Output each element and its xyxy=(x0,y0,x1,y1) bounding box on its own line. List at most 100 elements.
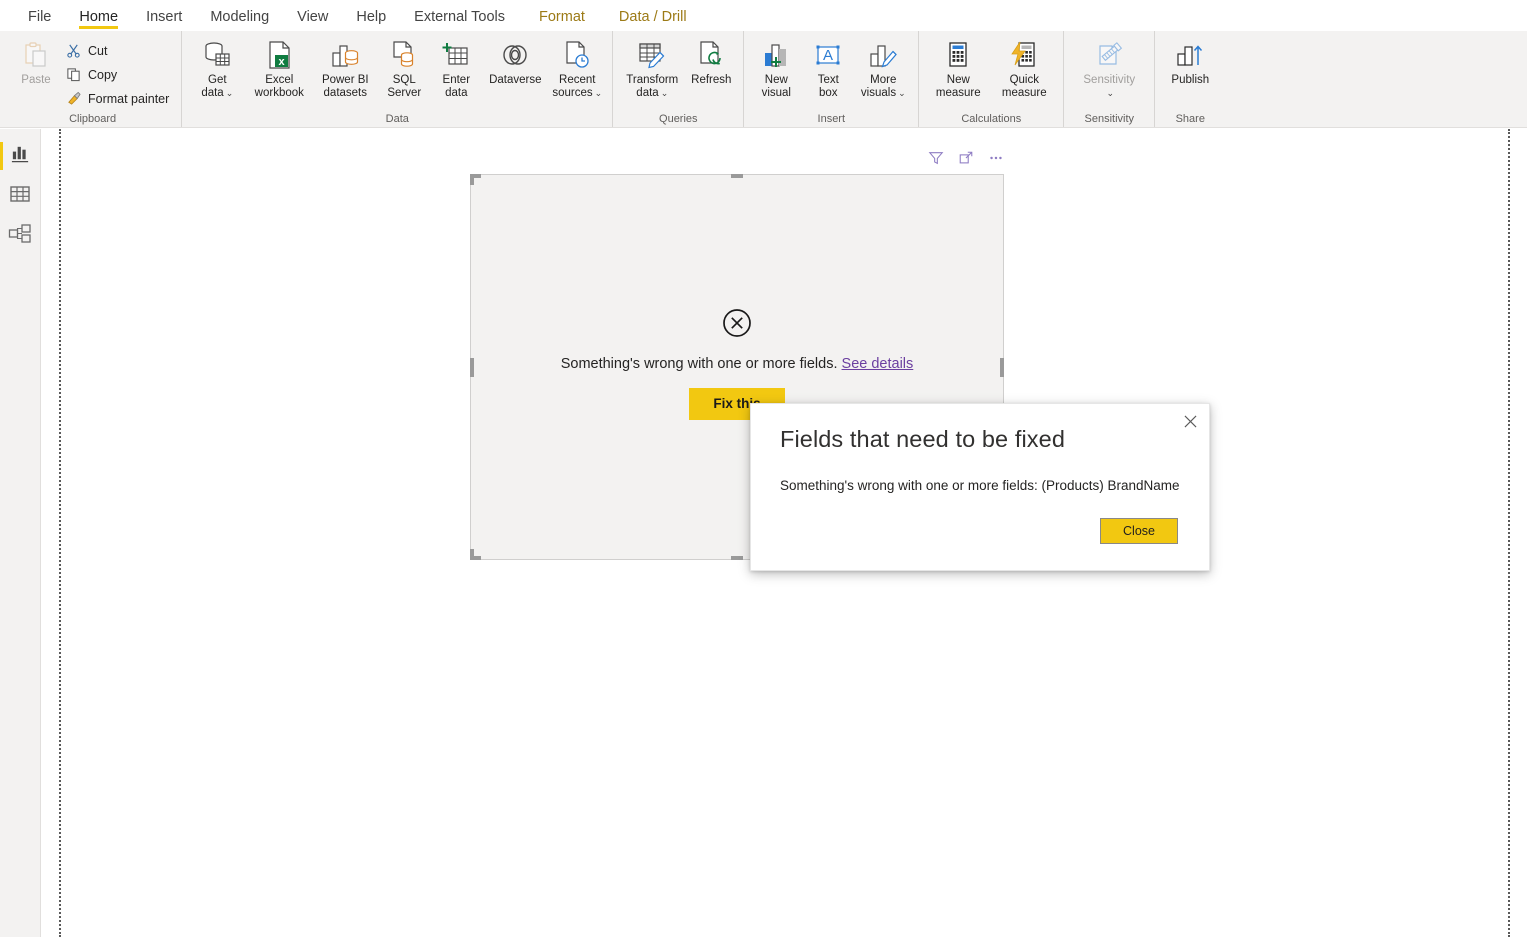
ribbon-group-clipboard: Paste Cut xyxy=(4,31,181,128)
visual-error-message: Something's wrong with one or more field… xyxy=(561,356,914,372)
quick-measure-icon xyxy=(1009,38,1039,72)
group-label-queries: Queries xyxy=(619,113,737,128)
fields-to-fix-dialog[interactable]: Fields that need to be fixed Something's… xyxy=(750,403,1210,571)
group-label-sensitivity: Sensitivity xyxy=(1070,113,1148,128)
copy-icon xyxy=(65,66,82,83)
svg-text:x: x xyxy=(279,56,286,68)
get-data-icon xyxy=(201,38,233,72)
text-box-icon: A xyxy=(812,38,844,72)
excel-workbook-button[interactable]: x Excel workbook xyxy=(246,36,312,100)
dialog-title: Fields that need to be fixed xyxy=(780,426,1065,453)
enter-data-button[interactable]: Enter data xyxy=(430,36,482,100)
svg-text:A: A xyxy=(823,47,833,64)
ribbon-group-insert: New visual A Text box xyxy=(743,31,918,128)
sql-server-button[interactable]: SQL Server xyxy=(378,36,430,100)
ribbon-group-share: Publish Share xyxy=(1154,31,1225,128)
chevron-down-icon: ⌄ xyxy=(898,88,906,98)
report-view-icon xyxy=(10,143,31,169)
recent-sources-label: Recent sources⌄ xyxy=(552,74,602,100)
enter-data-icon xyxy=(440,38,472,72)
tab-modeling[interactable]: Modeling xyxy=(196,10,283,31)
sensitivity-button[interactable]: Sensitivity⌄ xyxy=(1070,36,1148,100)
tab-format[interactable]: Format xyxy=(525,10,599,31)
transform-data-icon xyxy=(636,38,668,72)
tab-help[interactable]: Help xyxy=(342,10,400,31)
tab-insert[interactable]: Insert xyxy=(132,10,196,31)
data-view-icon xyxy=(9,184,31,209)
format-painter-icon xyxy=(65,90,82,107)
dialog-close-icon[interactable] xyxy=(1175,408,1205,434)
sidebar-item-model-view[interactable] xyxy=(0,216,40,256)
ribbon-group-calculations: New measure Quick measure xyxy=(918,31,1063,128)
more-visuals-button[interactable]: More visuals⌄ xyxy=(854,36,912,100)
view-switcher-rail xyxy=(0,129,41,937)
refresh-label: Refresh xyxy=(691,74,731,87)
tab-view[interactable]: View xyxy=(283,10,342,31)
paste-button[interactable]: Paste xyxy=(10,36,62,87)
group-label-calculations: Calculations xyxy=(925,113,1057,128)
filter-icon[interactable] xyxy=(927,150,944,167)
new-visual-icon xyxy=(760,38,792,72)
chevron-down-icon: ⌄ xyxy=(595,88,603,98)
sql-server-label: SQL Server xyxy=(387,74,421,100)
cut-icon xyxy=(65,42,82,59)
tab-file[interactable]: File xyxy=(14,10,65,31)
text-box-label: Text box xyxy=(818,74,839,100)
group-label-data: Data xyxy=(188,113,606,128)
sensitivity-label: Sensitivity⌄ xyxy=(1083,74,1135,100)
tab-home[interactable]: Home xyxy=(65,10,132,31)
more-visuals-label: More visuals⌄ xyxy=(861,74,906,100)
format-painter-button[interactable]: Format painter xyxy=(62,87,175,110)
model-view-icon xyxy=(8,223,32,249)
chevron-down-icon: ⌄ xyxy=(661,88,669,98)
text-box-button[interactable]: A Text box xyxy=(802,36,854,100)
transform-data-label: Transform data⌄ xyxy=(626,74,678,100)
more-options-icon[interactable] xyxy=(987,150,1004,167)
ribbon-group-data: Get data⌄ x Excel workbook xyxy=(181,31,612,128)
resize-handle-bottom-center[interactable] xyxy=(731,556,743,560)
excel-workbook-label: Excel workbook xyxy=(255,74,304,100)
refresh-button[interactable]: Refresh xyxy=(685,36,737,87)
resize-handle-bottom-left-v[interactable] xyxy=(470,549,474,560)
copy-button[interactable]: Copy xyxy=(62,63,175,86)
tab-data-drill[interactable]: Data / Drill xyxy=(605,10,701,31)
new-measure-icon xyxy=(943,38,973,72)
copy-label: Copy xyxy=(88,68,117,82)
transform-data-button[interactable]: Transform data⌄ xyxy=(619,36,685,100)
sidebar-item-report-view[interactable] xyxy=(0,136,40,176)
cut-button[interactable]: Cut xyxy=(62,39,175,62)
get-data-button[interactable]: Get data⌄ xyxy=(188,36,246,100)
new-measure-label: New measure xyxy=(936,74,981,100)
group-label-share: Share xyxy=(1161,113,1219,128)
enter-data-label: Enter data xyxy=(443,74,471,100)
resize-handle-top-center[interactable] xyxy=(731,174,743,178)
new-visual-label: New visual xyxy=(762,74,791,100)
clipboard-small-buttons: Cut Copy xyxy=(62,36,175,110)
dialog-message: Something's wrong with one or more field… xyxy=(780,476,1185,495)
focus-mode-icon[interactable] xyxy=(957,150,974,167)
new-measure-button[interactable]: New measure xyxy=(925,36,991,100)
chevron-down-icon: ⌄ xyxy=(1107,88,1115,98)
dataverse-button[interactable]: Dataverse xyxy=(482,36,548,87)
recent-sources-button[interactable]: Recent sources⌄ xyxy=(548,36,606,100)
ribbon: Paste Cut xyxy=(0,31,1527,128)
paste-icon xyxy=(21,38,51,72)
sensitivity-icon xyxy=(1093,38,1125,72)
publish-label: Publish xyxy=(1171,74,1209,87)
resize-handle-top-left-v[interactable] xyxy=(470,174,474,185)
tab-external-tools[interactable]: External Tools xyxy=(400,10,519,31)
publish-icon xyxy=(1174,38,1206,72)
dataverse-icon xyxy=(499,38,531,72)
power-bi-datasets-icon xyxy=(329,38,361,72)
new-visual-button[interactable]: New visual xyxy=(750,36,802,100)
quick-measure-button[interactable]: Quick measure xyxy=(991,36,1057,100)
ribbon-tab-strip: File Home Insert Modeling View Help Exte… xyxy=(0,0,1527,31)
ribbon-group-queries: Transform data⌄ Refresh Queries xyxy=(612,31,743,128)
see-details-link[interactable]: See details xyxy=(842,356,914,372)
dialog-close-button[interactable]: Close xyxy=(1100,518,1178,544)
publish-button[interactable]: Publish xyxy=(1161,36,1219,87)
report-canvas-area[interactable]: Something's wrong with one or more field… xyxy=(42,129,1527,937)
power-bi-datasets-button[interactable]: Power BI datasets xyxy=(312,36,378,100)
recent-sources-icon xyxy=(562,38,592,72)
sidebar-item-data-view[interactable] xyxy=(0,176,40,216)
